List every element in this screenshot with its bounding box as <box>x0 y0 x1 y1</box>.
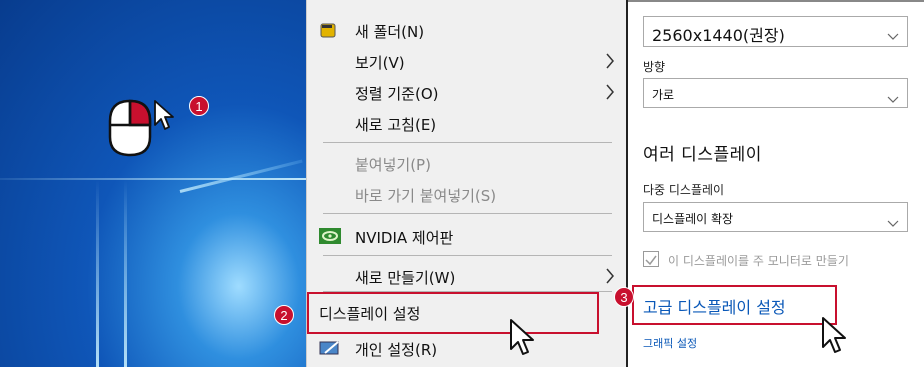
orientation-dropdown[interactable]: 가로 <box>643 78 908 108</box>
menu-item-refresh[interactable]: 새로 고침(E) <box>307 107 625 139</box>
light-beam <box>124 180 127 367</box>
chevron-right-icon <box>605 84 615 104</box>
main-display-checkbox-label: 이 디스플레이를 주 모니터로 만들기 <box>668 254 849 268</box>
cursor-icon <box>509 318 535 360</box>
menu-item-label: 디스플레이 설정 <box>319 305 421 323</box>
menu-item-display-settings[interactable]: 디스플레이 설정 <box>307 297 625 329</box>
orientation-value: 가로 <box>652 88 675 102</box>
multi-display-title: 여러 디스플레이 <box>643 145 762 165</box>
menu-item-paste: 붙여넣기(P) <box>307 147 625 179</box>
menu-item-label: 보기(V) <box>355 54 405 72</box>
menu-item-label: 정렬 기준(O) <box>355 85 439 103</box>
menu-item-view[interactable]: 보기(V) <box>307 45 625 77</box>
nvidia-icon <box>319 227 341 245</box>
light-beam <box>179 159 303 193</box>
display-settings-panel: 2560x1440(권장) 방향 가로 여러 디스플레이 다중 디스플레이 디스… <box>628 0 924 367</box>
menu-item-paste-shortcut: 바로 가기 붙여넣기(S) <box>307 178 625 210</box>
step-badge-3: 3 <box>614 287 634 307</box>
multi-display-label: 다중 디스플레이 <box>643 183 725 197</box>
main-display-checkbox[interactable] <box>643 251 659 267</box>
chevron-right-icon <box>605 53 615 73</box>
advanced-display-settings-link[interactable]: 고급 디스플레이 설정 <box>643 294 786 318</box>
chevron-down-icon <box>887 26 899 45</box>
mouse-icon <box>106 97 154 163</box>
menu-separator <box>323 213 612 214</box>
menu-item-label: 바로 가기 붙여넣기(S) <box>355 187 497 205</box>
multi-display-dropdown[interactable]: 디스플레이 확장 <box>643 202 908 232</box>
desktop-background[interactable]: 1 <box>0 0 306 367</box>
folder-icon <box>319 21 339 39</box>
resolution-dropdown[interactable]: 2560x1440(권장) <box>643 16 908 47</box>
cursor-icon <box>153 99 175 135</box>
step-badge-2: 2 <box>274 305 294 325</box>
context-menu: 새 폴더(N) 보기(V) 정렬 기준(O) 새로 고침(E) 붙여넣기(P) … <box>306 0 628 367</box>
menu-item-nvidia[interactable]: NVIDIA 제어판 <box>307 220 625 252</box>
resolution-value: 2560x1440(권장) <box>652 26 785 45</box>
menu-item-personalize[interactable]: 개인 설정(R) <box>307 332 625 364</box>
menu-item-new[interactable]: 새로 만들기(W) <box>307 260 625 292</box>
orientation-label: 방향 <box>643 60 666 74</box>
menu-item-label: 개인 설정(R) <box>355 341 438 359</box>
menu-separator <box>323 142 612 143</box>
graphics-settings-link[interactable]: 그래픽 설정 <box>643 335 697 351</box>
menu-separator <box>323 255 612 256</box>
menu-item-label: 새로 고침(E) <box>355 116 437 134</box>
menu-item-new-folder[interactable]: 새 폴더(N) <box>307 14 625 46</box>
menu-item-sort-by[interactable]: 정렬 기준(O) <box>307 76 625 108</box>
chevron-down-icon <box>887 213 899 232</box>
panel-divider <box>628 0 924 2</box>
multi-display-value: 디스플레이 확장 <box>652 212 734 226</box>
chevron-down-icon <box>887 89 899 108</box>
light-beam <box>0 178 306 180</box>
personalize-icon <box>319 339 339 357</box>
light-beam <box>96 180 99 367</box>
menu-item-label: 새 폴더(N) <box>355 23 425 41</box>
cursor-icon <box>821 316 847 358</box>
step-badge-1: 1 <box>189 96 209 116</box>
chevron-right-icon <box>605 268 615 288</box>
menu-item-label: 붙여넣기(P) <box>355 156 431 174</box>
menu-item-label: NVIDIA 제어판 <box>355 229 454 247</box>
menu-item-label: 새로 만들기(W) <box>355 269 456 287</box>
